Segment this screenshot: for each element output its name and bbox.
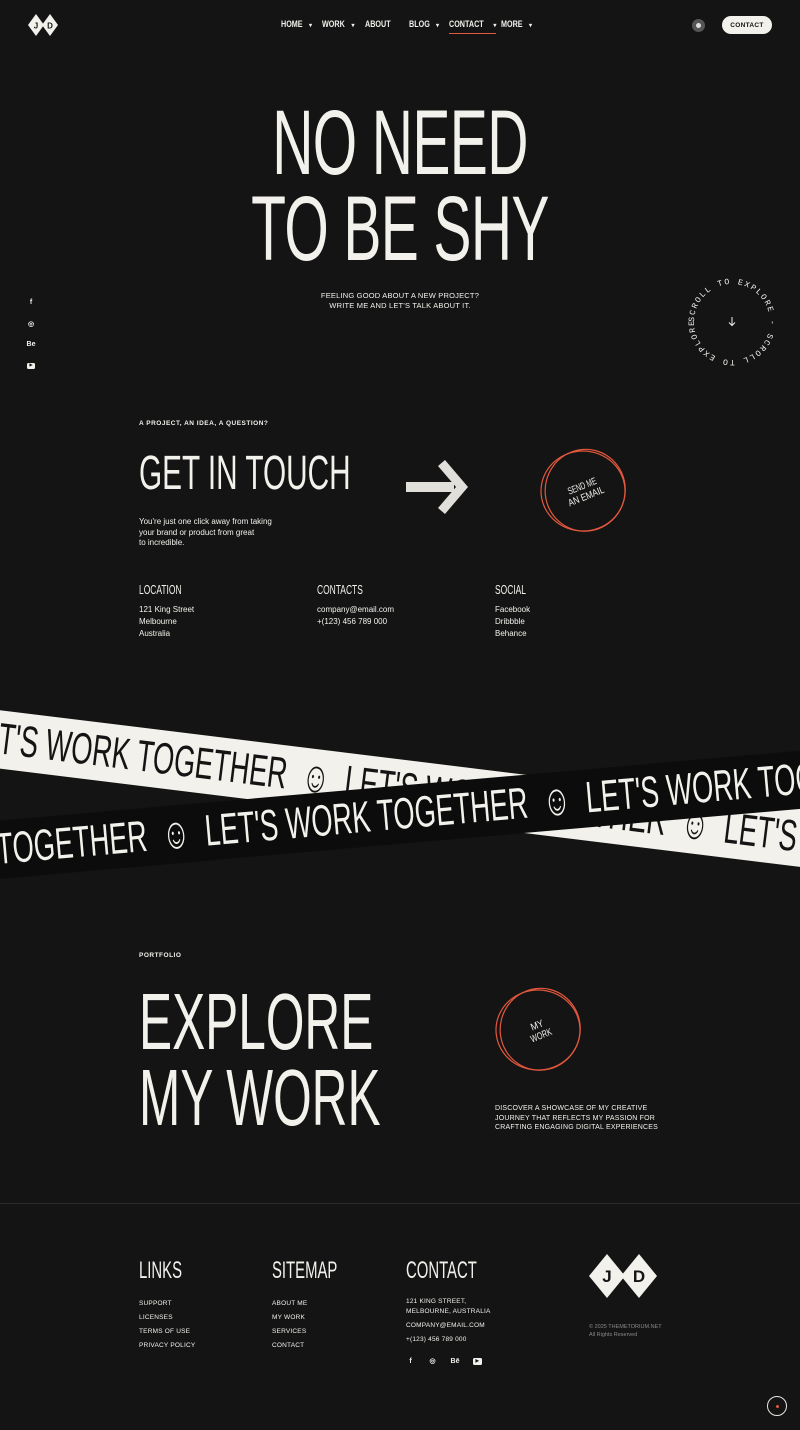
nav-more[interactable]: MORE ▾	[501, 19, 532, 29]
portfolio-title-line2: MY WORK	[139, 1053, 381, 1142]
sitemap-services[interactable]: SERVICES	[272, 1325, 307, 1339]
footer-email-link[interactable]: COMPANY@EMAIL.COM	[406, 1321, 491, 1331]
hero-title: NO NEED TO BE SHY	[0, 92, 800, 280]
nav-blog[interactable]: BLOG ▾	[409, 19, 439, 29]
nav-work[interactable]: WORK ▾	[322, 19, 355, 29]
main-nav: HOME ▾ WORK ▾ ABOUT BLOG ▾ CONTACT ▾ MORE ▾	[0, 19, 800, 34]
social-heading: SOCIAL	[495, 582, 526, 597]
footer-address-line: MELBOURNE, AUSTRALIA	[406, 1307, 491, 1315]
copyright: © 2025 THEMETORIUM.NET All Rights Reserv…	[589, 1323, 662, 1339]
arrow-right-icon	[406, 460, 468, 514]
scroll-to-explore-badge[interactable]: SCROLL TO EXPLORE - SCROLL TO EXPLORE -	[686, 276, 778, 368]
nav-contact[interactable]: CONTACT ▾	[449, 19, 497, 34]
footer-link-licenses[interactable]: LICENSES	[139, 1311, 195, 1325]
hero-subtitle-line1: FEELING GOOD ABOUT A NEW PROJECT?	[320, 291, 480, 300]
contacts-heading: CONTACTS	[317, 582, 363, 597]
chevron-down-icon: ▾	[529, 23, 533, 29]
send-email-button[interactable]: SEND ME AN EMAIL	[538, 447, 630, 535]
facebook-icon[interactable]: f	[24, 292, 38, 313]
svg-text:SCROLL TO EXPLORE - SCROLL TO: SCROLL TO EXPLORE - SCROLL TO EXPLORE -	[686, 276, 776, 366]
portfolio-desc-line: DISCOVER A SHOWCASE OF MY CREATIVE	[495, 1105, 648, 1112]
portfolio-eyebrow: PORTFOLIO	[139, 952, 182, 959]
social-rail: f ◎ Be ▶	[24, 292, 38, 376]
portfolio-title: EXPLORE MY WORK	[139, 977, 381, 1142]
back-to-top-button[interactable]	[767, 1396, 787, 1416]
portfolio-title-line1: EXPLORE	[139, 977, 374, 1066]
arrow-down-icon	[728, 317, 736, 327]
facebook-icon[interactable]: f	[406, 1358, 415, 1365]
youtube-icon[interactable]: ▶	[473, 1357, 482, 1365]
sitemap-contact[interactable]: CONTACT	[272, 1339, 307, 1353]
contact-eyebrow: A PROJECT, AN IDEA, A QUESTION?	[139, 420, 269, 427]
smiley-icon: ☺	[160, 808, 193, 860]
footer-divider	[0, 1203, 800, 1204]
sun-icon	[696, 23, 701, 28]
theme-toggle[interactable]	[692, 19, 705, 32]
hero-subtitle: FEELING GOOD ABOUT A NEW PROJECT? WRITE …	[0, 291, 800, 311]
footer-contact: 121 KING STREET, MELBOURNE, AUSTRALIA CO…	[406, 1297, 491, 1344]
footer-phone-link[interactable]: +(123) 456 789 000	[406, 1335, 491, 1345]
smiley-icon: ☺	[540, 774, 573, 827]
hero-title-line1: NO NEED	[272, 92, 528, 194]
footer-sitemap-heading: SITEMAP	[272, 1257, 338, 1284]
tape-text: LET'S WORK TOGETHER	[583, 745, 800, 823]
email-link[interactable]: company@email.com	[317, 604, 394, 616]
footer-link-terms[interactable]: TERMS OF USE	[139, 1325, 195, 1339]
footer-logo[interactable]: J D	[589, 1254, 657, 1298]
tape-text: LET'S WORK TOGETHER	[721, 803, 800, 879]
behance-icon[interactable]: Bē	[450, 1358, 460, 1365]
phone-link[interactable]: +(123) 456 789 000	[317, 616, 394, 628]
facebook-link[interactable]: Facebook	[495, 604, 543, 616]
footer-sitemap: ABOUT ME MY WORK SERVICES CONTACT	[272, 1297, 307, 1353]
footer-links-heading: LINKS	[139, 1257, 183, 1284]
svg-text:J: J	[602, 1267, 611, 1286]
tape-text: LET'S WORK TOGETHER	[0, 811, 150, 884]
contacts-column: CONTACTS company@email.com +(123) 456 78…	[317, 582, 394, 628]
tape-text: LET'S WORK TOGETHER	[0, 710, 291, 799]
nav-about[interactable]: ABOUT	[365, 19, 397, 29]
footer-links: SUPPORT LICENSES TERMS OF USE PRIVACY PO…	[139, 1297, 195, 1353]
footer-address-line: 121 KING STREET,	[406, 1298, 467, 1305]
behance-icon[interactable]: Be	[24, 334, 38, 355]
footer-contact-heading: CONTACT	[406, 1257, 477, 1284]
location-line: Australia	[139, 629, 171, 638]
nav-home[interactable]: HOME ▾	[281, 19, 312, 29]
hero-title-line2: TO BE SHY	[251, 178, 549, 280]
location-column: LOCATION 121 King Street Melbourne Austr…	[139, 582, 205, 640]
copyright-line: © 2025 THEMETORIUM.NET	[589, 1324, 662, 1330]
social-column: SOCIAL Facebook Dribbble Behance	[495, 582, 543, 640]
dribbble-link[interactable]: Dribbble	[495, 616, 543, 628]
footer-link-privacy[interactable]: PRIVACY POLICY	[139, 1339, 195, 1353]
contact-body: You're just one click away from taking y…	[139, 517, 272, 549]
footer-social: f ◎ Bē ▶	[406, 1357, 482, 1365]
header-contact-button[interactable]: CONTACT	[722, 16, 772, 34]
copyright-line: All Rights Reserved	[589, 1332, 638, 1338]
contact-title: GET IN TOUCH	[139, 447, 351, 500]
sitemap-work[interactable]: MY WORK	[272, 1311, 307, 1325]
chevron-down-icon: ▾	[436, 23, 440, 29]
chevron-down-icon: ▾	[351, 23, 355, 29]
hero-subtitle-line2: WRITE ME AND LET'S TALK ABOUT IT.	[329, 301, 471, 310]
contact-body-line: to incredible.	[139, 538, 185, 547]
location-line: Melbourne	[139, 617, 177, 626]
footer-link-support[interactable]: SUPPORT	[139, 1297, 195, 1311]
location-line: 121 King Street	[139, 605, 195, 614]
contact-body-line: your brand or product from great	[139, 527, 255, 537]
contact-body-line: You're just one click away from taking	[139, 517, 272, 526]
portfolio-desc-line: JOURNEY THAT REFLECTS MY PASSION FOR	[495, 1114, 656, 1122]
sitemap-about[interactable]: ABOUT ME	[272, 1297, 307, 1311]
chevron-down-icon: ▾	[309, 23, 313, 29]
behance-link[interactable]: Behance	[495, 628, 543, 640]
dribbble-icon[interactable]: ◎	[24, 313, 38, 334]
portfolio-description: DISCOVER A SHOWCASE OF MY CREATIVE JOURN…	[495, 1104, 658, 1133]
my-work-button[interactable]: MY WORK	[493, 986, 585, 1074]
dot-icon	[775, 1404, 779, 1408]
chevron-down-icon: ▾	[493, 23, 497, 29]
youtube-icon[interactable]: ▶	[24, 355, 38, 376]
dribbble-icon[interactable]: ◎	[428, 1357, 437, 1365]
svg-text:D: D	[633, 1267, 645, 1286]
portfolio-desc-line: CRAFTING ENGAGING DIGITAL EXPERIENCES	[495, 1124, 658, 1131]
location-heading: LOCATION	[139, 582, 182, 597]
